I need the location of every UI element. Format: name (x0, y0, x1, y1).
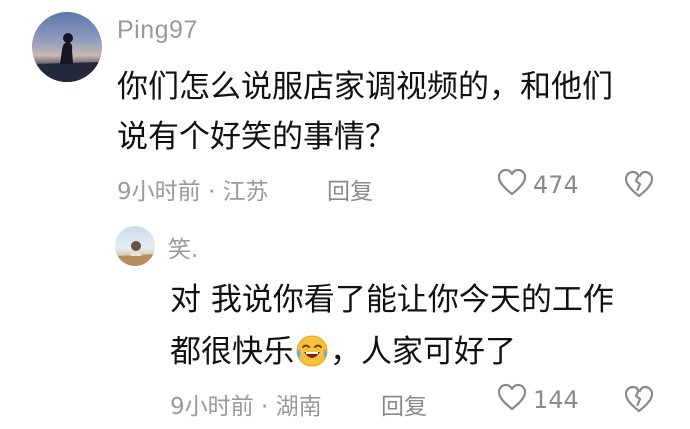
like-count: 144 (533, 386, 579, 414)
comment-meta: 9小时前 · 江苏 回复 474 (0, 168, 690, 206)
broken-heart-icon[interactable] (624, 169, 654, 199)
comment-time-location: 9小时前 · 江苏 (117, 179, 269, 205)
reply-button[interactable]: 回复 (327, 172, 373, 206)
avatar[interactable] (32, 12, 102, 82)
reply-text-line: 都很快乐 ，人家可好了 (170, 326, 670, 378)
reply-button[interactable]: 回复 (381, 387, 427, 421)
comment-author[interactable]: Ping97 (117, 16, 198, 45)
reply-text: 对 我说你看了能让你今天的工作 都很快乐 ，人家可好了 (170, 274, 670, 378)
reply-time-location: 9小时前 · 湖南 (170, 394, 322, 420)
comment-text-line: 你们怎么说服店家调视频的，和他们 (117, 69, 613, 105)
reply-author[interactable]: 笑. (168, 230, 198, 264)
heart-outline-icon (497, 168, 527, 202)
like-button[interactable]: 144 (497, 383, 579, 417)
heart-outline-icon (497, 383, 527, 417)
reply-text-line: 对 我说你看了能让你今天的工作 (170, 282, 614, 318)
broken-heart-icon[interactable] (624, 384, 654, 414)
reply-meta: 9小时前 · 湖南 回复 144 (0, 383, 690, 421)
comment-thread: Ping97 你们怎么说服店家调视频的，和他们 说有个好笑的事情？ 9小时前 ·… (0, 0, 690, 429)
laughing-crying-emoji-icon (295, 332, 329, 367)
comment-text-line: 说有个好笑的事情？ (117, 119, 396, 155)
reply-text-segment: ，人家可好了 (330, 334, 516, 370)
like-button[interactable]: 474 (497, 168, 579, 202)
like-count: 474 (533, 171, 579, 199)
comment-text: 你们怎么说服店家调视频的，和他们 说有个好笑的事情？ (117, 62, 657, 162)
reply-text-segment: 都很快乐 (170, 334, 294, 370)
reply-avatar[interactable] (115, 226, 155, 266)
